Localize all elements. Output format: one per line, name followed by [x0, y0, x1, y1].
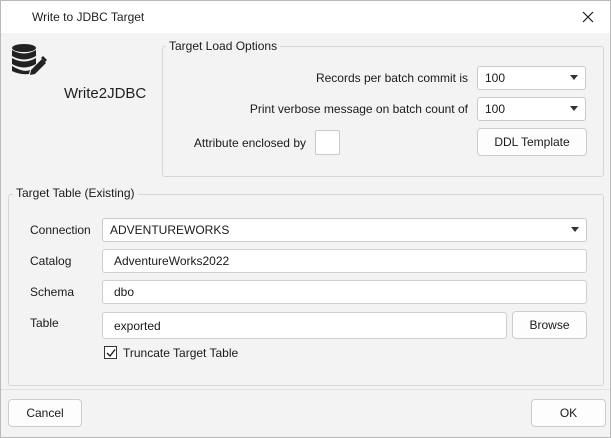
verbose-batch-value: 100 — [485, 102, 506, 116]
verbose-batch-label: Print verbose message on batch count of — [249, 102, 468, 116]
window-title: Write to JDBC Target — [32, 10, 145, 24]
catalog-field[interactable]: AdventureWorks2022 — [102, 249, 587, 273]
truncate-label: Truncate Target Table — [123, 346, 239, 360]
dialog-window: Write to JDBC Target Write2JDBC Target L… — [0, 0, 611, 438]
schema-label: Schema — [30, 285, 75, 299]
target-table-title: Target Table (Existing) — [13, 186, 138, 200]
footer-divider — [1, 389, 610, 390]
connection-label: Connection — [30, 223, 91, 237]
records-per-batch-label: Records per batch commit is — [315, 71, 468, 85]
browse-button[interactable]: Browse — [512, 311, 587, 339]
schema-field[interactable]: dbo — [102, 280, 587, 304]
records-per-batch-select[interactable]: 100 — [477, 66, 586, 90]
records-per-batch-value: 100 — [485, 71, 506, 85]
catalog-label: Catalog — [30, 254, 72, 268]
target-load-options-title: Target Load Options — [166, 39, 281, 53]
table-field[interactable]: exported — [102, 312, 507, 339]
table-label: Table — [30, 316, 59, 330]
checkmark-icon — [106, 348, 116, 357]
chevron-down-icon — [571, 227, 579, 232]
close-button[interactable] — [566, 1, 610, 33]
close-icon — [582, 11, 594, 23]
database-edit-icon — [12, 44, 47, 75]
chevron-down-icon — [570, 106, 578, 111]
cancel-button[interactable]: Cancel — [8, 399, 82, 427]
app-name: Write2JDBC — [64, 85, 147, 102]
connection-value: ADVENTUREWORKS — [110, 223, 230, 237]
verbose-batch-select[interactable]: 100 — [477, 97, 586, 121]
truncate-checkbox[interactable] — [104, 346, 117, 359]
title-bar: Write to JDBC Target — [1, 1, 610, 33]
connection-select[interactable]: ADVENTUREWORKS — [102, 218, 587, 242]
attribute-enclosed-label: Attribute enclosed by — [193, 136, 306, 150]
chevron-down-icon — [570, 75, 578, 80]
ok-button[interactable]: OK — [531, 399, 606, 427]
attribute-enclosed-input[interactable] — [315, 130, 340, 155]
ddl-template-button[interactable]: DDL Template — [477, 128, 587, 156]
